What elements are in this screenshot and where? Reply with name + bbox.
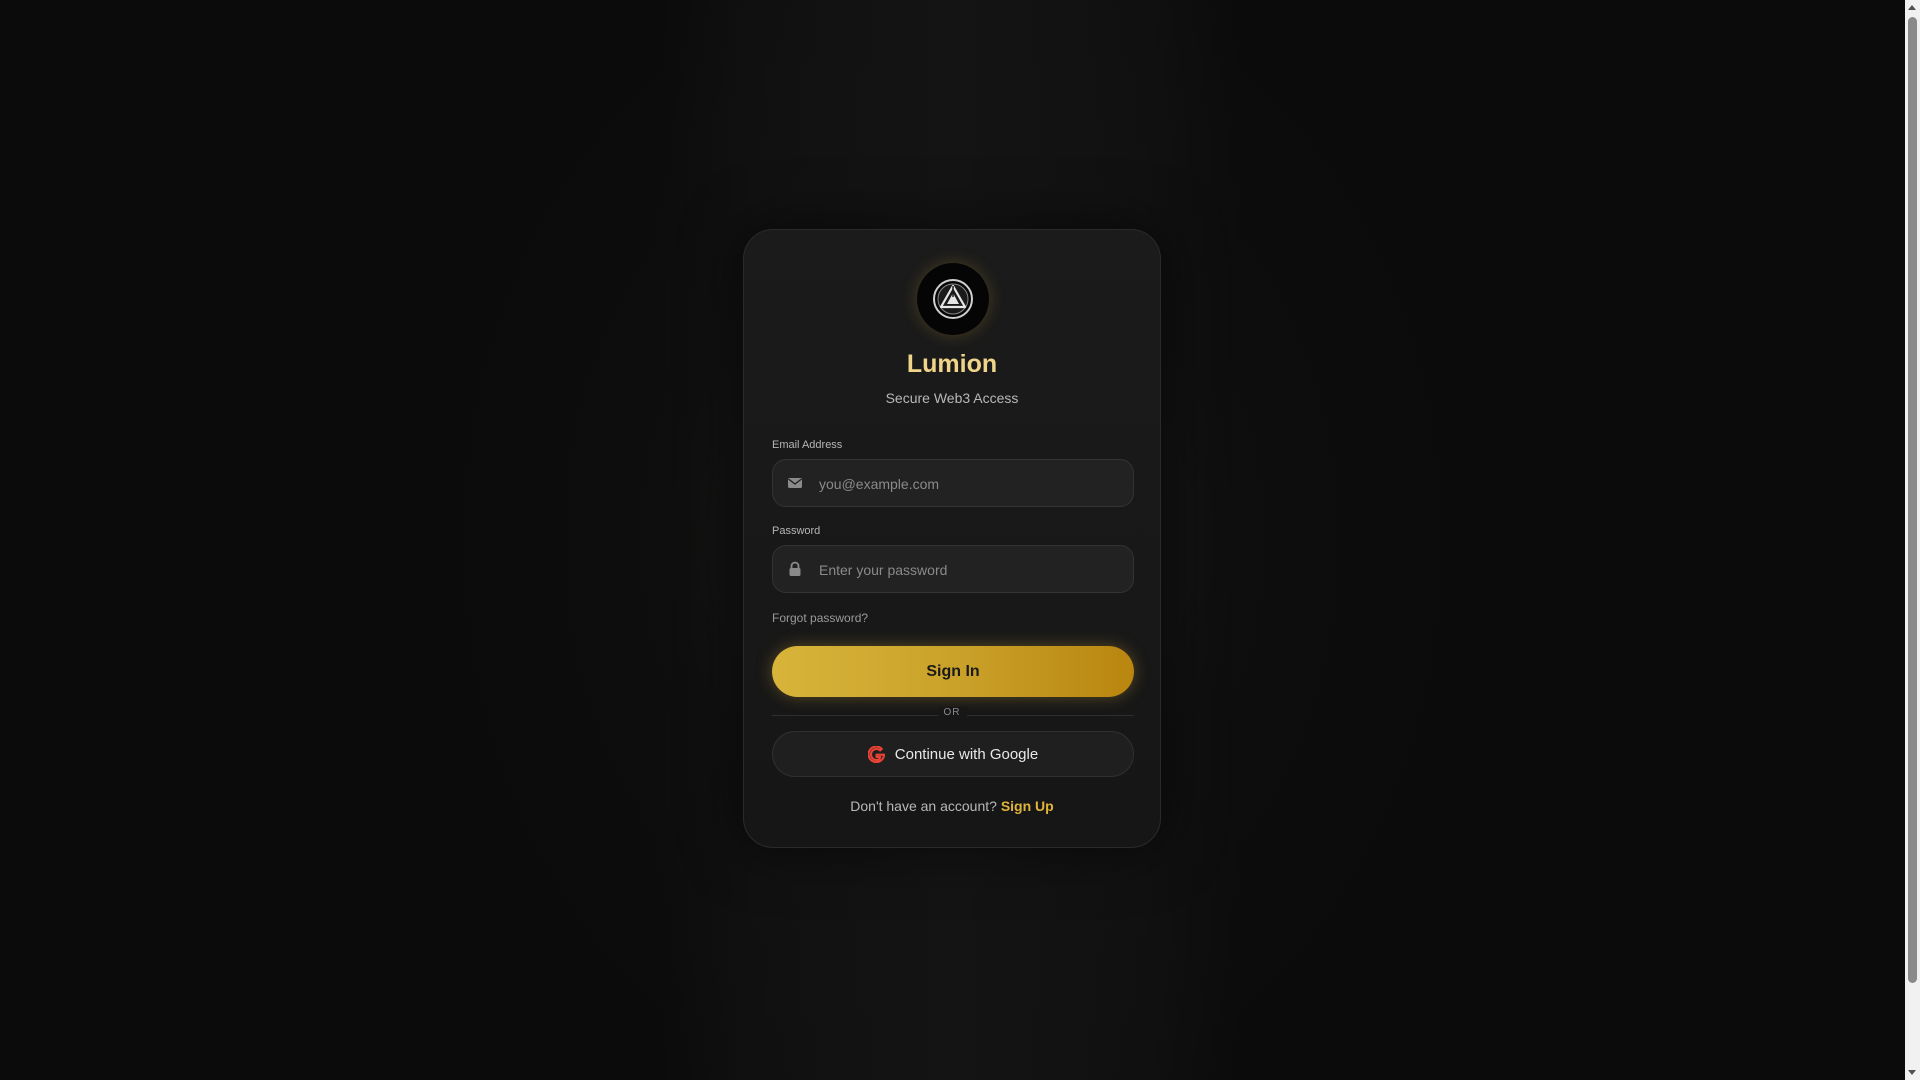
email-label: Email Address	[772, 439, 843, 451]
signup-prompt-text: Don't have an account?	[850, 798, 997, 814]
password-field	[772, 545, 1134, 594]
sign-in-button[interactable]: Sign In	[772, 646, 1134, 697]
scroll-up-arrow-icon[interactable]	[1908, 5, 1916, 10]
triangle-emblem-icon	[933, 279, 973, 319]
google-signin-button[interactable]: Continue with Google	[772, 731, 1134, 777]
email-input[interactable]	[817, 460, 1121, 508]
brand-title: Lumion	[906, 350, 998, 378]
sign-up-link[interactable]: Sign Up	[1001, 798, 1054, 814]
scroll-down-arrow-icon[interactable]	[1908, 1070, 1916, 1075]
email-field	[772, 459, 1134, 508]
password-label: Password	[772, 525, 821, 537]
signup-prompt: Don't have an account? Sign Up	[744, 798, 1160, 814]
envelope-icon	[788, 478, 802, 488]
divider-or-label: OR	[937, 707, 967, 718]
scrollbar-thumb[interactable]	[1908, 17, 1917, 983]
divider-or: OR	[744, 707, 1160, 718]
lock-icon	[789, 561, 801, 576]
google-signin-label: Continue with Google	[894, 745, 1039, 763]
brand-subtitle: Secure Web3 Access	[885, 390, 1019, 406]
login-card: Lumion Secure Web3 Access Email Address …	[743, 229, 1161, 848]
google-g-icon	[867, 745, 885, 763]
password-input[interactable]	[817, 546, 1121, 594]
brand-logo	[917, 263, 989, 335]
page-background: Lumion Secure Web3 Access Email Address …	[0, 0, 1905, 1080]
forgot-password-link[interactable]: Forgot password?	[772, 611, 868, 625]
vertical-scrollbar[interactable]	[1905, 0, 1920, 1080]
